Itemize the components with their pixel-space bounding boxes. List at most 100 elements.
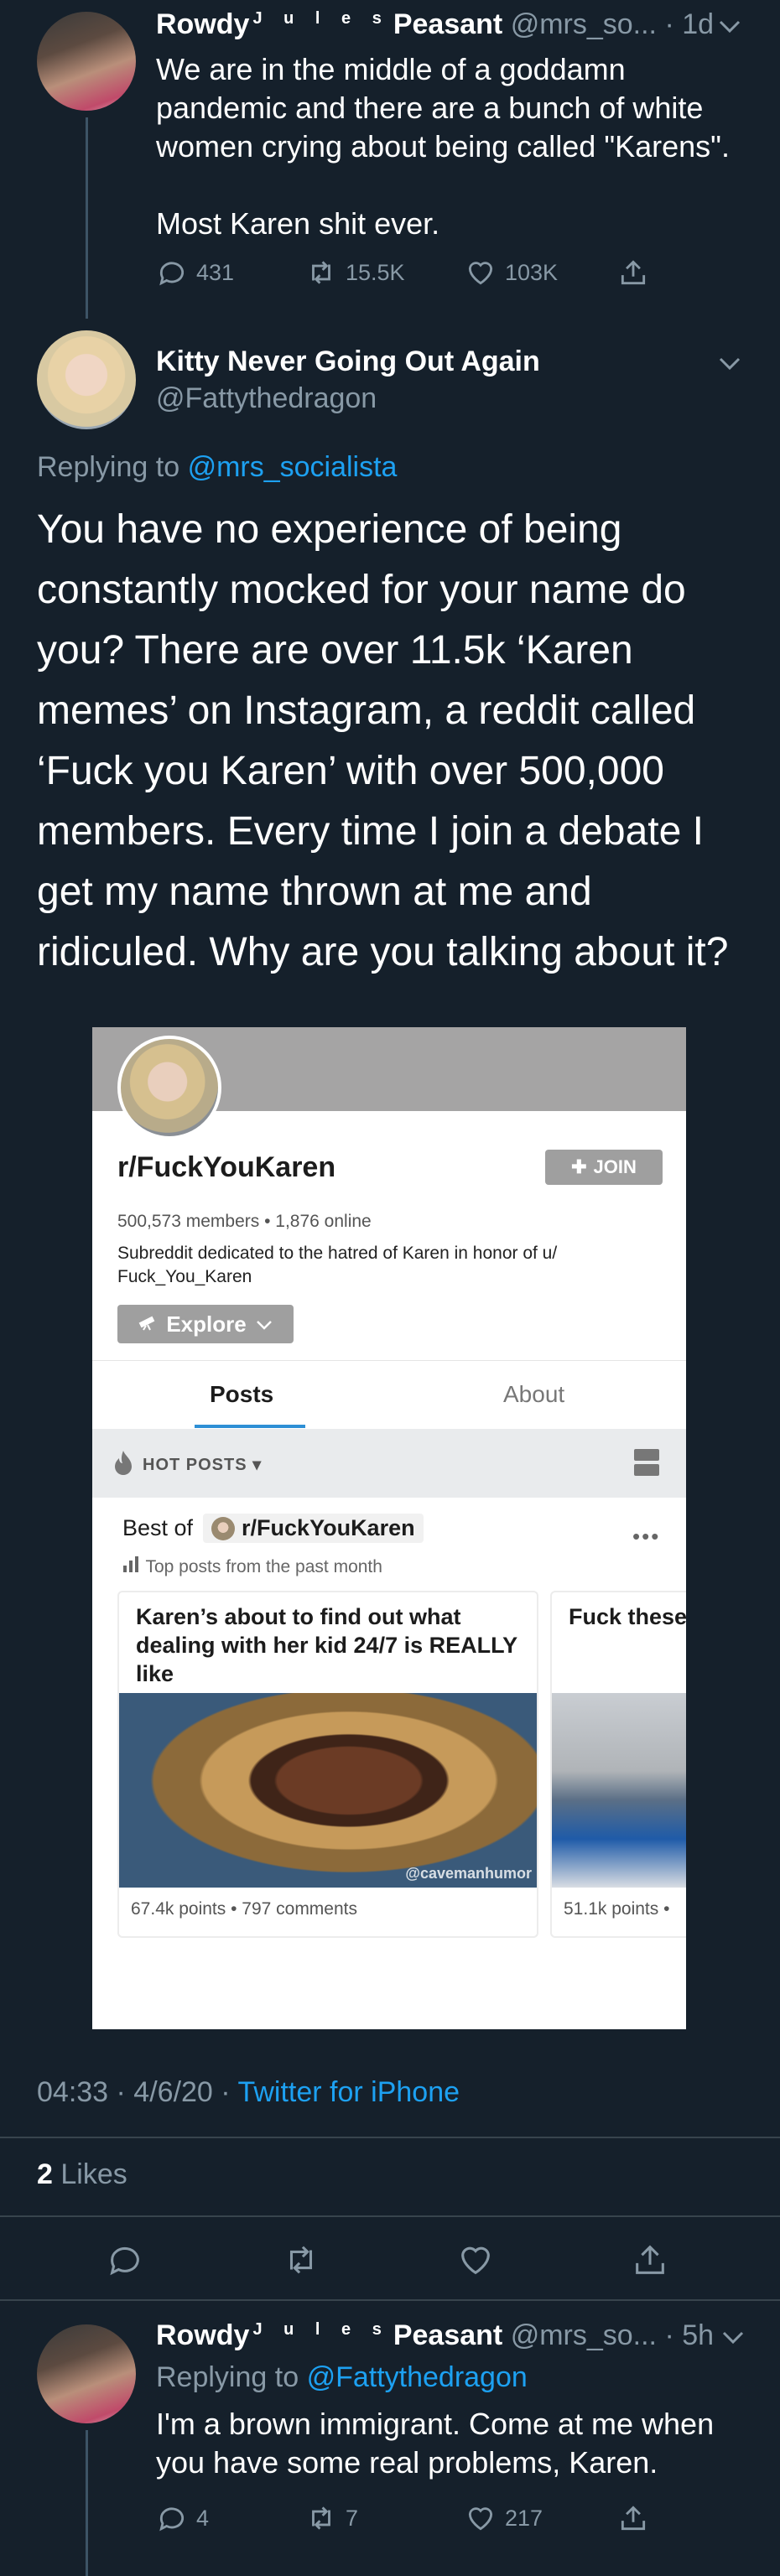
avatar-rowdy[interactable] — [37, 2324, 136, 2423]
reply-text: I'm a brown immigrant. Come at me when y… — [156, 2407, 723, 2480]
tweet1-reply-button[interactable]: 431 — [156, 257, 234, 288]
reply-icon — [110, 2246, 139, 2276]
post-title: Karen’s about to find out what dealing w… — [136, 1604, 517, 1686]
hot-posts-sort[interactable]: HOT POSTS ▾ — [143, 1454, 262, 1475]
retweet-icon — [289, 2246, 313, 2274]
main-tweet-handle[interactable]: @Fattythedragon — [156, 382, 377, 415]
best-of-subreddit-name: r/FuckYouKaren — [242, 1515, 415, 1540]
reply-name-first: Rowdy — [156, 2319, 250, 2351]
main-like-button[interactable] — [456, 2241, 495, 2279]
reddit-screenshot[interactable]: r/FuckYouKaren ✚ JOIN 500,573 members • … — [92, 1027, 686, 2029]
tweet1-retweet-count: 15.5K — [346, 259, 405, 285]
post-meta: 67.4k points • 797 comments — [131, 1899, 357, 1919]
tweet1-text: We are in the middle of a goddamn pandem… — [156, 52, 730, 241]
subreddit-mini-avatar — [211, 1516, 236, 1540]
tweet1-handle[interactable]: @mrs_so... — [511, 8, 657, 40]
reply-like-button[interactable]: 217 — [465, 2502, 543, 2534]
main-tweet-likes-row[interactable]: 2 Likes — [37, 2158, 127, 2191]
thread-line — [86, 117, 88, 319]
heart-icon — [468, 2507, 493, 2531]
main-tweet-timestamp: 04:33 · 4/6/20 · — [37, 2076, 231, 2108]
likes-label: Likes — [60, 2158, 127, 2190]
tab-posts-underline — [195, 1425, 305, 1428]
main-retweet-button[interactable] — [282, 2241, 320, 2279]
post-card[interactable]: Fuck these 51.1k points • — [550, 1591, 686, 1938]
best-of-subreddit-chip[interactable]: r/FuckYouKaren — [203, 1514, 424, 1543]
reply-caret-icon[interactable] — [721, 2329, 745, 2350]
join-button[interactable]: ✚ JOIN — [545, 1150, 663, 1185]
explore-label: Explore — [166, 1311, 247, 1337]
reply-replying-to: Replying to @Fattythedragon — [156, 2361, 528, 2394]
main-tweet-caret-icon[interactable] — [718, 356, 741, 377]
avatar-rowdy[interactable] — [37, 12, 136, 111]
subreddit-tabs: Posts About — [92, 1360, 686, 1430]
reply-like-count: 217 — [505, 2505, 543, 2531]
subreddit-name: r/FuckYouKaren — [117, 1151, 336, 1183]
more-options-icon[interactable]: ••• — [632, 1524, 660, 1550]
top-posts-caption: Top posts from the past month — [122, 1555, 382, 1577]
tweet1-like-count: 103K — [505, 259, 559, 285]
replying-prefix: Replying to — [37, 451, 180, 483]
share-icon — [621, 260, 646, 285]
explore-button[interactable]: Explore — [117, 1305, 294, 1343]
flame-icon — [112, 1449, 134, 1480]
telescope-icon — [138, 1311, 158, 1337]
main-tweet-name[interactable]: Kitty Never Going Out Again — [156, 345, 540, 378]
hot-posts-label: HOT POSTS — [143, 1456, 247, 1474]
best-of-row: Best of r/FuckYouKaren — [122, 1514, 424, 1543]
plus-icon: ✚ — [571, 1156, 587, 1177]
reply-share-button[interactable] — [617, 2502, 649, 2534]
main-tweet-text: You have no experience of being constant… — [37, 507, 729, 974]
reply-replying-handle[interactable]: @Fattythedragon — [307, 2361, 528, 2393]
divider — [0, 2299, 780, 2301]
tab-about[interactable]: About — [503, 1381, 564, 1408]
reply-retweet-button[interactable]: 7 — [305, 2502, 358, 2534]
tab-posts[interactable]: Posts — [210, 1381, 273, 1408]
main-share-button[interactable] — [631, 2241, 669, 2279]
tweet1-retweet-button[interactable]: 15.5K — [305, 257, 405, 288]
main-tweet-timestamp-row: 04:33 · 4/6/20 · Twitter for iPhone — [37, 2076, 460, 2109]
tweet1-author[interactable]: Rowdy J u l e s Peasant @mrs_so... · 1d — [156, 8, 714, 41]
reply-name-last: Peasant — [393, 2319, 503, 2351]
reply-author[interactable]: Rowdy J u l e s Peasant @mrs_so... · 5h — [156, 2319, 714, 2352]
tweet1-caret-icon[interactable] — [718, 18, 741, 39]
main-tweet-source[interactable]: Twitter for iPhone — [237, 2076, 460, 2108]
tweet1-name-last: Peasant — [393, 8, 503, 40]
top-posts-label: Top posts from the past month — [145, 1557, 382, 1576]
tweet1-share-button[interactable] — [617, 257, 649, 288]
tweet1-name-middle: J u l e s — [252, 8, 390, 28]
heart-icon — [461, 2246, 490, 2275]
tweet1-time: · 1d — [664, 8, 715, 40]
caret-down-icon: ▾ — [252, 1456, 263, 1474]
join-label: JOIN — [593, 1156, 637, 1177]
reply-retweet-count: 7 — [346, 2505, 359, 2531]
post-title: Fuck these — [569, 1604, 686, 1629]
subreddit-stats: 500,573 members • 1,876 online — [117, 1212, 372, 1231]
subreddit-description: Subreddit dedicated to the hatred of Kar… — [117, 1244, 558, 1286]
reply-reply-count: 4 — [196, 2505, 210, 2531]
reply-name-middle: J u l e s — [252, 2319, 390, 2339]
thread-line — [86, 2430, 88, 2576]
share-icon — [621, 2506, 646, 2531]
tweet1-reply-count: 431 — [196, 259, 235, 285]
tweet1-like-button[interactable]: 103K — [465, 257, 558, 288]
view-toggle-icon[interactable] — [634, 1449, 659, 1480]
heart-icon — [468, 262, 493, 285]
retweet-icon — [312, 2506, 330, 2530]
reply-icon — [159, 262, 185, 286]
best-of-label: Best of — [122, 1515, 194, 1540]
reply-replying-prefix: Replying to — [156, 2361, 299, 2393]
chevron-down-icon — [255, 1311, 273, 1337]
tweet1-name-first: Rowdy — [156, 8, 250, 40]
reply-icon — [159, 2507, 185, 2532]
main-tweet-replying-to: Replying to @mrs_socialista — [37, 451, 397, 484]
post-card[interactable]: Karen’s about to find out what dealing w… — [117, 1591, 538, 1938]
reply-handle[interactable]: @mrs_so... — [511, 2319, 657, 2351]
reply-time: · 5h — [664, 2319, 715, 2351]
avatar-kitty[interactable] — [37, 330, 136, 429]
replying-handle[interactable]: @mrs_socialista — [188, 451, 398, 483]
divider — [0, 2215, 780, 2217]
main-reply-button[interactable] — [106, 2241, 144, 2279]
chart-icon — [122, 1556, 145, 1576]
reply-reply-button[interactable]: 4 — [156, 2502, 209, 2534]
